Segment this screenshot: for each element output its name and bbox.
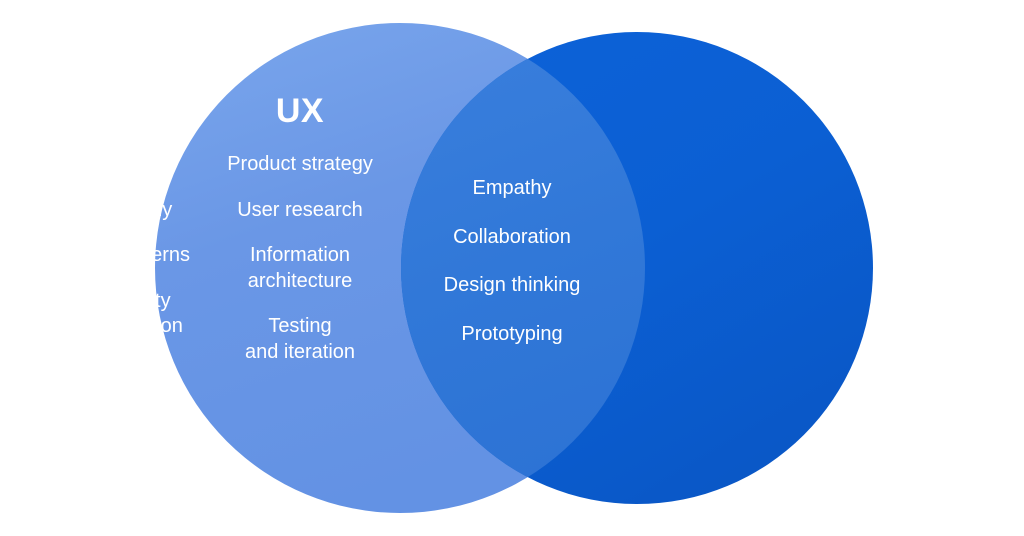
venn-shapes	[155, 23, 873, 513]
venn-diagram: UX Product strategy User research Inform…	[0, 0, 1024, 536]
